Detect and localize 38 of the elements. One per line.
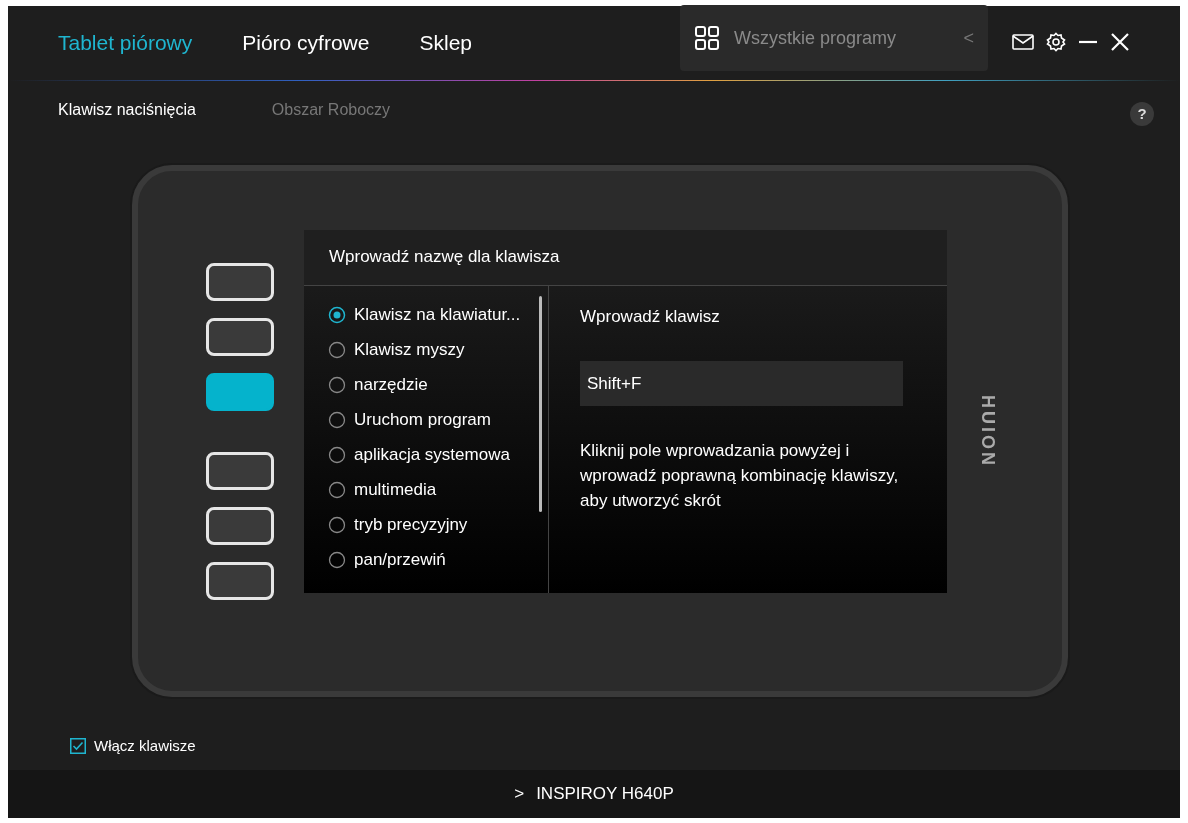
option-label: tryb precyzyjny bbox=[354, 514, 468, 537]
grid-icon bbox=[694, 25, 720, 51]
app-selector-label: Wszystkie programy bbox=[734, 26, 898, 50]
radio-option[interactable]: Klawisz myszy bbox=[328, 332, 548, 368]
settings-icon[interactable] bbox=[1046, 32, 1066, 52]
option-label: aplikacja systemowa bbox=[354, 444, 510, 467]
nav-tab[interactable]: Sklep bbox=[419, 27, 472, 59]
nav-tab[interactable]: Pióro cyfrowe bbox=[242, 27, 370, 59]
app-selector[interactable]: Wszystkie programy < bbox=[680, 5, 988, 71]
brand-logo: HUION bbox=[976, 394, 999, 468]
radio-option[interactable]: tryb precyzyjny bbox=[328, 507, 548, 543]
help-button[interactable]: ? bbox=[1130, 102, 1154, 126]
dialog-title: Wprowadź nazwę dla klawisza bbox=[329, 246, 560, 269]
radio-option[interactable]: Uruchom program bbox=[328, 402, 548, 438]
input-label: Wprowadź klawisz bbox=[580, 305, 721, 328]
radio-option[interactable]: narzędzie bbox=[328, 367, 548, 403]
hint-text: Kliknij pole wprowadzania powyżej i wprowadź poprawną kombinację klawiszy, aby utworzyć skrót bbox=[580, 440, 900, 512]
radio-option[interactable]: multimedia bbox=[328, 472, 548, 508]
express-key[interactable] bbox=[206, 372, 274, 411]
expand-arrow[interactable]: > bbox=[514, 781, 525, 807]
option-label: narzędzie bbox=[354, 374, 428, 397]
key-input-field[interactable]: Shift+F bbox=[580, 361, 903, 406]
enable-keys-checkbox[interactable]: Włącz klawisze bbox=[8, 722, 1180, 770]
option-label: pan/przewiń bbox=[354, 549, 446, 572]
close-icon[interactable] bbox=[1110, 32, 1130, 52]
radio-option[interactable]: pan/przewiń bbox=[328, 542, 548, 578]
option-label: Klawisz myszy bbox=[354, 339, 465, 362]
mail-icon[interactable] bbox=[1012, 34, 1034, 50]
option-label: Uruchom program bbox=[354, 409, 491, 432]
nav-tab[interactable]: Tablet piórowy bbox=[58, 27, 193, 59]
sub-tab[interactable]: Klawisz naciśnięcia bbox=[58, 98, 196, 122]
option-label: Klawisz na klawiatur... bbox=[354, 304, 521, 327]
sub-tab[interactable]: Obszar Roboczy bbox=[271, 98, 391, 122]
radio-option[interactable]: aplikacja systemowa bbox=[328, 437, 548, 473]
option-label: multimedia bbox=[354, 479, 437, 502]
device-name: INSPIROY H640P bbox=[536, 783, 674, 806]
radio-option[interactable]: Klawisz na klawiatur... bbox=[328, 297, 548, 333]
scrollbar-thumb[interactable] bbox=[539, 295, 542, 512]
